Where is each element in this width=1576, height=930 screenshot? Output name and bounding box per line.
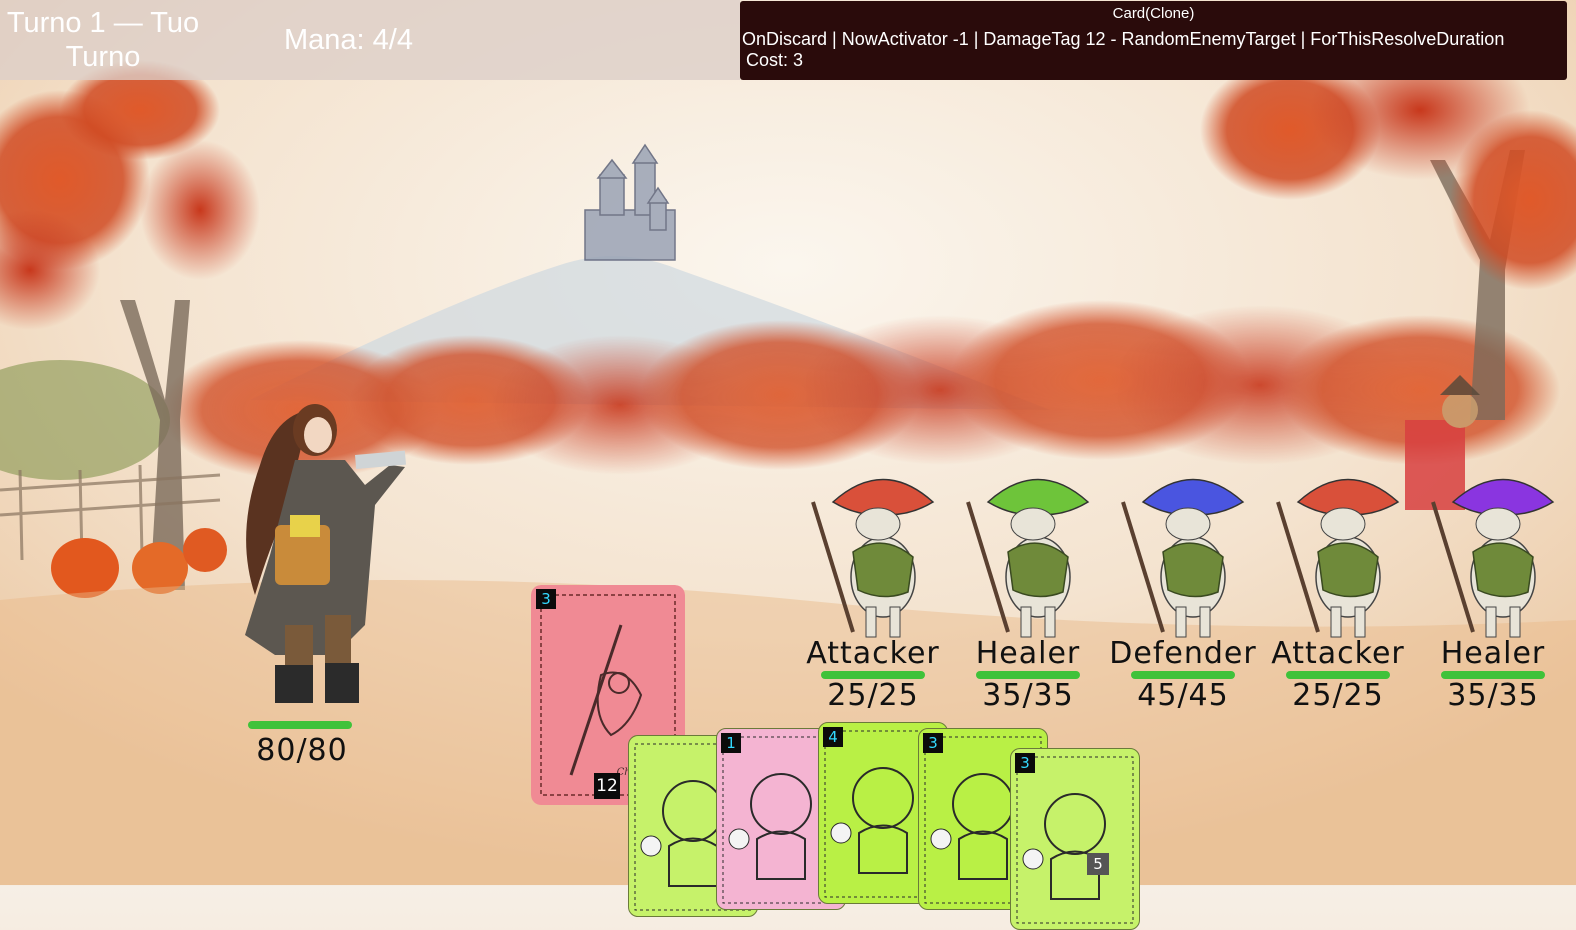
player-hp-bar xyxy=(248,721,352,729)
mana-label: Mana: 4/4 xyxy=(284,24,413,56)
tooltip-title: Card(Clone) xyxy=(1112,5,1195,22)
enemy-hp-text: 35/35 xyxy=(982,678,1074,713)
hand-card[interactable]: 35 xyxy=(1010,748,1140,930)
hand-card-counter: 5 xyxy=(1087,853,1109,875)
hand-card-cost: 3 xyxy=(1015,753,1035,773)
selected-card-cost: 3 xyxy=(536,589,556,609)
hand-card-art xyxy=(1016,756,1134,924)
enemy-hp-text: 35/35 xyxy=(1447,678,1539,713)
enemy-mushroom-figure[interactable] xyxy=(953,462,1103,642)
enemy-name: Attacker xyxy=(806,636,940,671)
enemy-mushroom-figure[interactable] xyxy=(1263,462,1413,642)
enemy-name: Healer xyxy=(1440,636,1546,671)
turn-label: Turno 1 — Tuo Turno xyxy=(6,7,200,73)
hand-card-cost: 3 xyxy=(923,733,943,753)
enemy-name: Defender xyxy=(1109,636,1257,671)
enemy-hp-text: 25/25 xyxy=(1292,678,1384,713)
hand-card-cost: 4 xyxy=(823,727,843,747)
player-character[interactable] xyxy=(215,395,415,715)
enemy-mushroom-figure[interactable] xyxy=(1418,462,1568,642)
enemy-hp-text: 25/25 xyxy=(827,678,919,713)
enemy-name: Attacker xyxy=(1271,636,1405,671)
tooltip-cost: Cost: 3 xyxy=(746,50,804,70)
player-hp-text: 80/80 xyxy=(256,733,348,768)
enemy-name: Healer xyxy=(975,636,1081,671)
enemy-hp-text: 45/45 xyxy=(1137,678,1229,713)
enemy-mushroom-figure[interactable] xyxy=(1108,462,1258,642)
card-tooltip: Card(Clone) OnDiscard | NowActivator -1 … xyxy=(740,1,1567,80)
enemy-mushroom-figure[interactable] xyxy=(798,462,948,642)
hud-bar: Turno 1 — Tuo Turno Mana: 4/4 xyxy=(0,0,740,80)
tooltip-description: OnDiscard | NowActivator -1 | DamageTag … xyxy=(742,29,1505,49)
selected-card-damage: 12 xyxy=(594,773,620,799)
hand-card-cost: 1 xyxy=(721,733,741,753)
